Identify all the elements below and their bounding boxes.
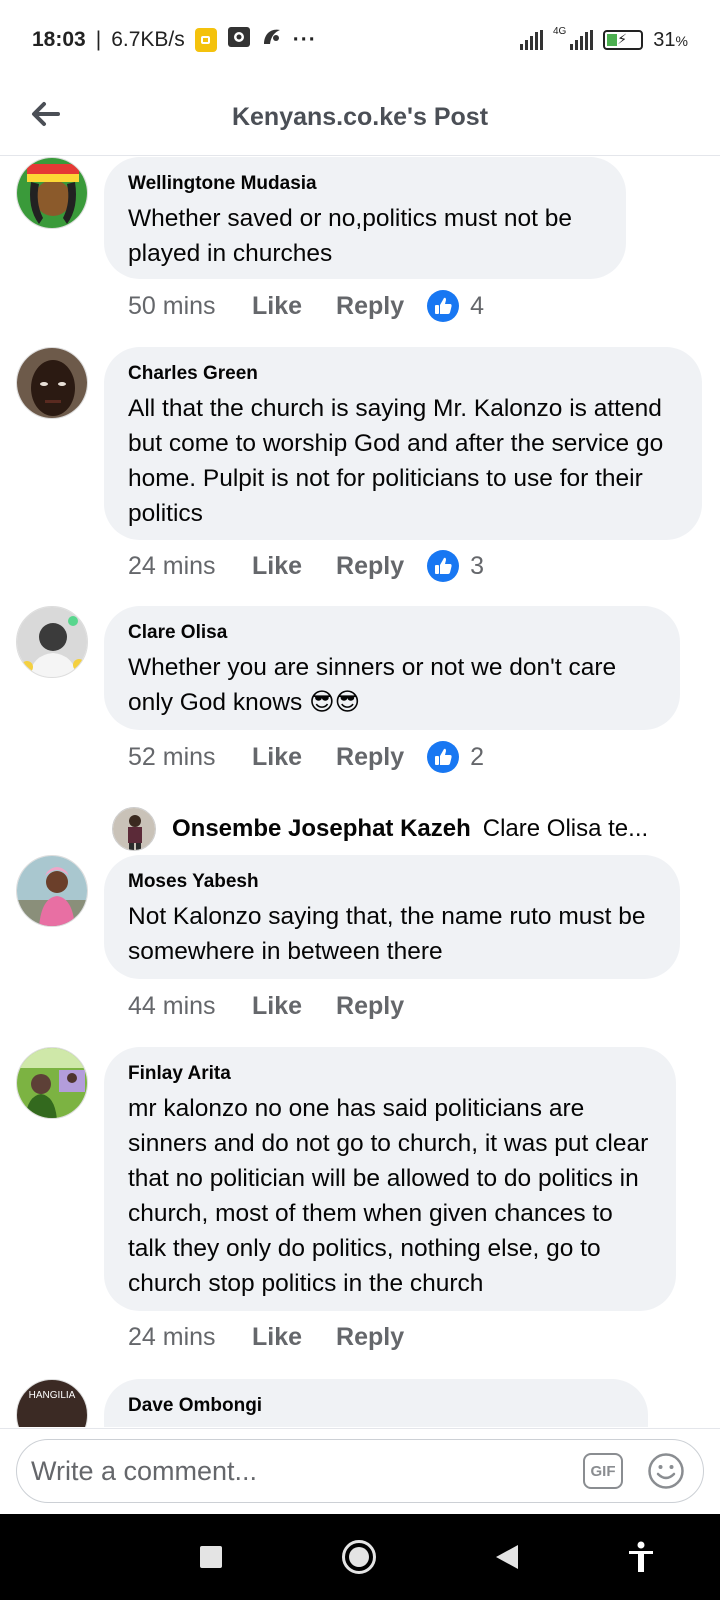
signal-4g-icon bbox=[570, 30, 594, 50]
comment-actions: 44 mins Like Reply bbox=[128, 986, 426, 1026]
like-button[interactable]: Like bbox=[252, 292, 302, 321]
network-type-label: 4G bbox=[552, 25, 567, 37]
comment-text: All that the church is saying Mr. Kalonz… bbox=[128, 395, 664, 527]
avatar[interactable] bbox=[16, 157, 88, 229]
status-bar: 18:03 | 6.7KB/s ··· 4G ⚡ 31% bbox=[0, 0, 720, 80]
home-button[interactable] bbox=[340, 1538, 378, 1576]
like-button[interactable]: Like bbox=[252, 552, 302, 581]
avatar-label: HANGILIA bbox=[28, 1390, 76, 1401]
reply-button[interactable]: Reply bbox=[336, 992, 404, 1021]
battery-level-fill bbox=[607, 34, 618, 46]
post-header: Kenyans.co.ke's Post bbox=[0, 80, 720, 156]
comment-text: Whether saved or no,politics must not be… bbox=[128, 205, 572, 267]
comment-bubble[interactable]: Clare Olisa Whether you are sinners or n… bbox=[104, 606, 680, 730]
like-button[interactable]: Like bbox=[252, 992, 302, 1021]
square-icon bbox=[200, 1546, 222, 1568]
status-time: 18:03 bbox=[32, 28, 86, 51]
comment-author[interactable]: Finlay Arita bbox=[128, 1063, 652, 1085]
lock-notification-icon bbox=[194, 28, 217, 52]
reply-preview[interactable]: Onsembe Josephat Kazeh Clare Olisa te... bbox=[112, 807, 692, 851]
comment-time: 50 mins bbox=[128, 291, 216, 320]
comment-bubble[interactable]: Charles Green All that the church is say… bbox=[104, 347, 702, 540]
accessibility-button[interactable] bbox=[624, 1540, 658, 1574]
comment-input[interactable] bbox=[31, 1455, 583, 1487]
reaction-summary[interactable]: 4 bbox=[426, 289, 484, 323]
app-notification-icon bbox=[261, 26, 283, 54]
comment-actions: 50 mins Like Reply 4 bbox=[128, 286, 484, 326]
comment-bubble[interactable]: Dave Ombongi bbox=[104, 1379, 648, 1427]
like-button[interactable]: Like bbox=[252, 1323, 302, 1352]
gif-button[interactable]: GIF bbox=[583, 1453, 623, 1489]
reply-avatar[interactable] bbox=[112, 807, 156, 851]
reply-button[interactable]: Reply bbox=[336, 552, 404, 581]
comment-author[interactable]: Moses Yabesh bbox=[128, 871, 656, 893]
like-reaction-icon bbox=[427, 550, 460, 582]
avatar[interactable]: HANGILIA bbox=[16, 1379, 88, 1427]
camera-notification-icon bbox=[227, 26, 251, 54]
reaction-count: 2 bbox=[470, 742, 485, 771]
comment-author[interactable]: Dave Ombongi bbox=[128, 1395, 624, 1417]
comment-text: Whether you are sinners or not we don't … bbox=[128, 654, 617, 716]
comment-author[interactable]: Wellingtone Mudasia bbox=[128, 173, 602, 195]
comment-actions: 24 mins Like Reply 3 bbox=[128, 546, 484, 586]
comment-input-box[interactable]: GIF bbox=[16, 1439, 704, 1503]
comments-list[interactable]: Wellingtone Mudasia Whether saved or no,… bbox=[0, 157, 720, 1427]
reaction-count: 3 bbox=[470, 551, 485, 580]
comment-composer: GIF bbox=[0, 1428, 720, 1514]
back-nav-button[interactable] bbox=[492, 1542, 522, 1572]
reply-author[interactable]: Onsembe Josephat Kazeh bbox=[172, 815, 471, 843]
reaction-summary[interactable]: 3 bbox=[426, 549, 484, 583]
like-reaction-icon bbox=[427, 290, 460, 322]
comment-time: 24 mins bbox=[128, 1322, 216, 1351]
avatar[interactable] bbox=[16, 347, 88, 419]
reply-preview-text: Clare Olisa te... bbox=[482, 815, 649, 842]
comment-time: 24 mins bbox=[128, 551, 216, 580]
reaction-count: 4 bbox=[470, 291, 485, 320]
avatar[interactable] bbox=[16, 1047, 88, 1119]
arrow-left-icon bbox=[32, 102, 60, 126]
comment-bubble[interactable]: Finlay Arita mr kalonzo no one has said … bbox=[104, 1047, 676, 1311]
battery-icon: ⚡ bbox=[603, 30, 644, 50]
like-button[interactable]: Like bbox=[252, 743, 302, 772]
reply-button[interactable]: Reply bbox=[336, 1323, 404, 1352]
comment-text: mr kalonzo no one has said politicians a… bbox=[128, 1095, 649, 1297]
emoji-icon[interactable] bbox=[647, 1452, 685, 1490]
comment-author[interactable]: Clare Olisa bbox=[128, 622, 656, 644]
avatar[interactable] bbox=[16, 606, 88, 678]
signal-icon bbox=[519, 30, 543, 50]
comment-bubble[interactable]: Moses Yabesh Not Kalonzo saying that, th… bbox=[104, 855, 680, 979]
avatar[interactable] bbox=[16, 855, 88, 927]
back-button[interactable] bbox=[26, 94, 66, 134]
home-circle-icon bbox=[342, 1540, 376, 1574]
system-nav-bar bbox=[0, 1514, 720, 1600]
more-notifications-icon: ··· bbox=[292, 28, 317, 51]
comment-actions: 52 mins Like Reply 2 bbox=[128, 737, 484, 777]
comment-text: Not Kalonzo saying that, the name ruto m… bbox=[128, 903, 646, 965]
comment-time: 44 mins bbox=[128, 991, 216, 1020]
network-speed: 6.7KB/s bbox=[111, 28, 185, 51]
comment-time: 52 mins bbox=[128, 742, 216, 771]
comment-author[interactable]: Charles Green bbox=[128, 363, 678, 385]
comment-actions: 24 mins Like Reply bbox=[128, 1317, 426, 1357]
reply-button[interactable]: Reply bbox=[336, 743, 404, 772]
like-reaction-icon bbox=[427, 741, 460, 773]
reaction-summary[interactable]: 2 bbox=[426, 740, 484, 774]
battery-percent: 31% bbox=[653, 28, 688, 51]
status-separator: | bbox=[95, 28, 102, 51]
comment-bubble[interactable]: Wellingtone Mudasia Whether saved or no,… bbox=[104, 157, 626, 279]
recents-button[interactable] bbox=[196, 1542, 226, 1572]
accessibility-icon bbox=[629, 1541, 653, 1572]
page-title: Kenyans.co.ke's Post bbox=[231, 103, 489, 131]
reply-button[interactable]: Reply bbox=[336, 292, 404, 321]
triangle-back-icon bbox=[496, 1545, 518, 1569]
